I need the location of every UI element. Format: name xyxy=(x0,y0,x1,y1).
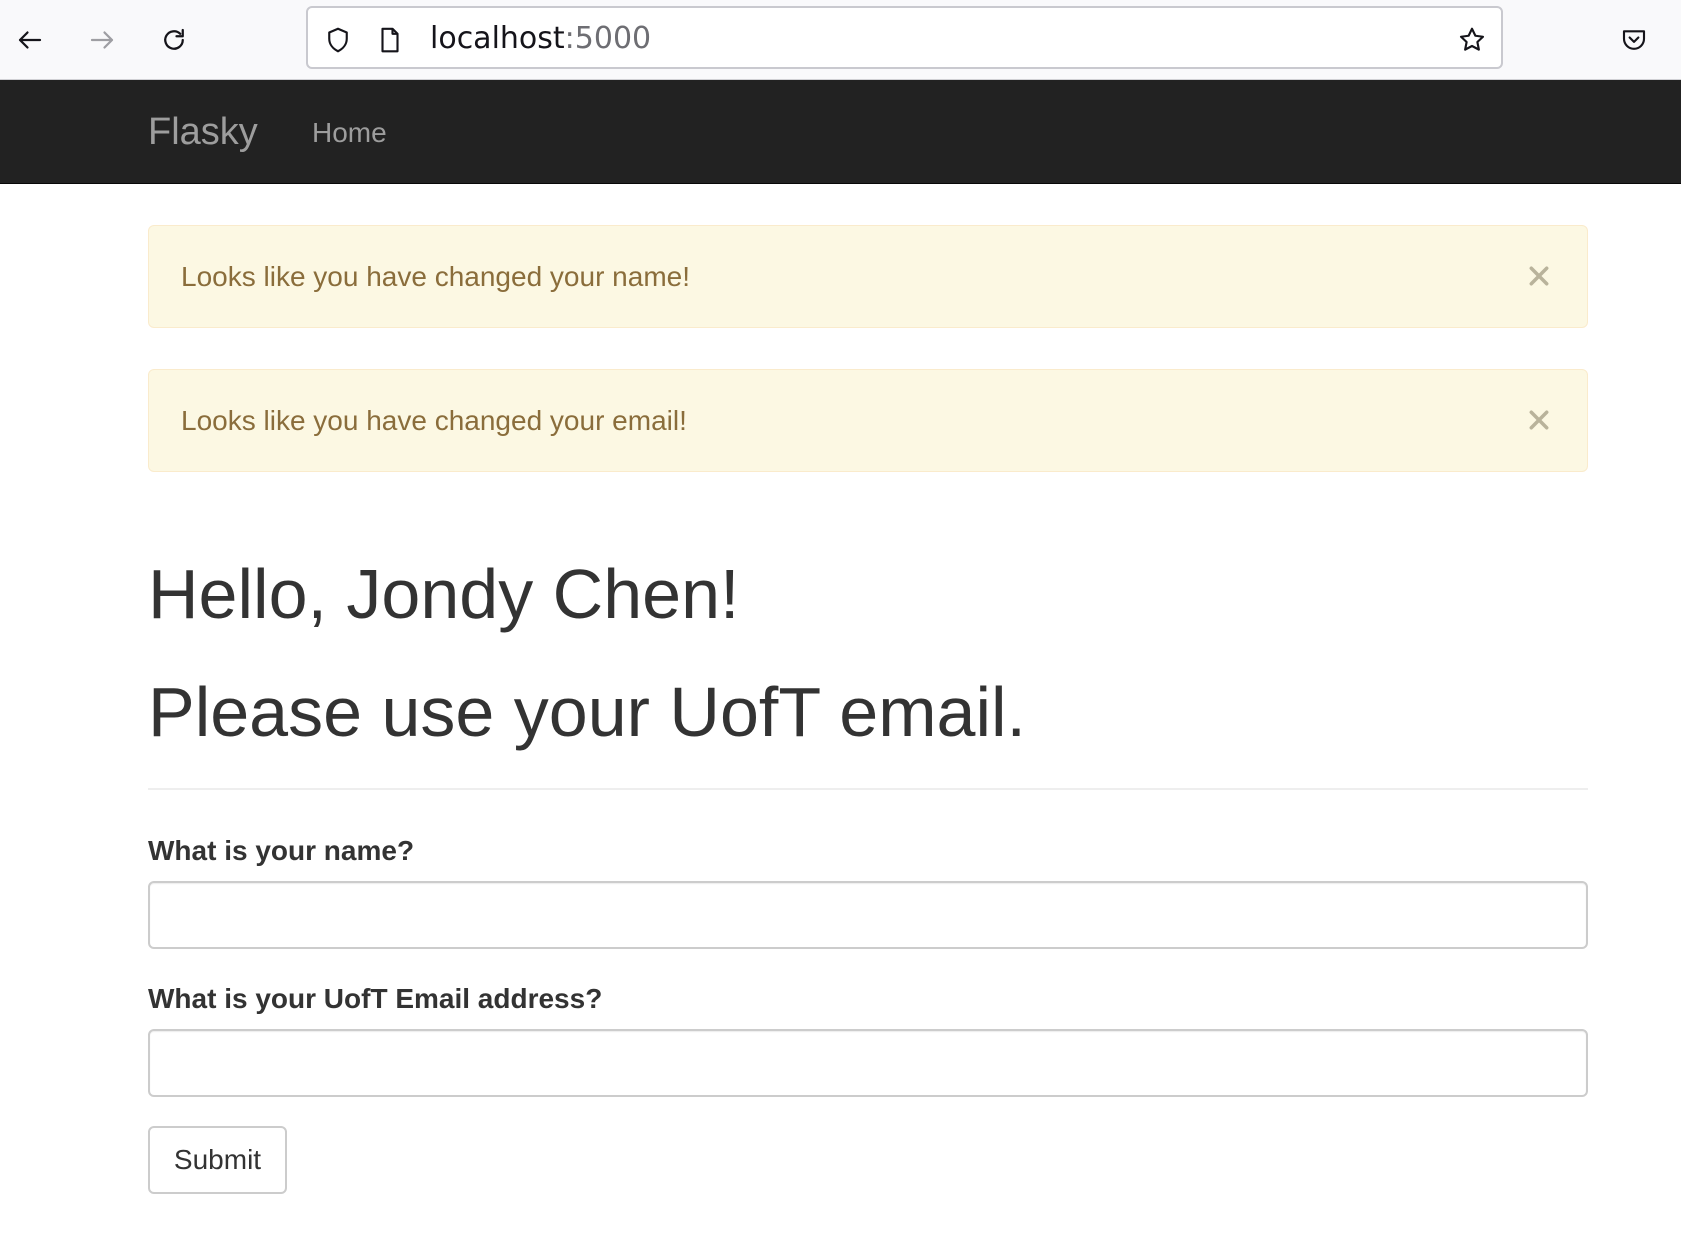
nav-link-home[interactable]: Home xyxy=(312,116,387,150)
alert-close-button[interactable] xyxy=(1521,256,1557,296)
back-button[interactable] xyxy=(8,18,52,62)
back-arrow-icon xyxy=(18,31,42,49)
pocket-button[interactable] xyxy=(1612,18,1656,62)
bookmark-button[interactable] xyxy=(1456,24,1488,56)
bookmark-star-icon xyxy=(1459,27,1485,51)
reload-icon xyxy=(164,28,184,50)
alert-close-button[interactable] xyxy=(1521,400,1557,440)
close-icon xyxy=(1529,410,1549,430)
reload-button[interactable] xyxy=(152,18,196,62)
page-icon xyxy=(381,27,399,53)
site-info-button[interactable] xyxy=(374,24,406,56)
alert-warning: Looks like you have changed your name! xyxy=(148,225,1588,328)
page-header: Hello, Jondy Chen! Please use your UofT … xyxy=(148,540,1588,790)
tracking-protection-button[interactable] xyxy=(322,24,354,56)
shield-icon xyxy=(328,27,348,53)
alert-message: Looks like you have changed your email! xyxy=(181,405,687,436)
greeting-heading: Hello, Jondy Chen! xyxy=(148,555,740,633)
browser-toolbar: localhost:5000 xyxy=(0,0,1681,80)
url-port: :5000 xyxy=(564,21,652,56)
email-label: What is your UofT Email address? xyxy=(148,983,603,1014)
navbar-brand[interactable]: Flasky xyxy=(148,110,258,154)
pocket-icon xyxy=(1622,30,1646,50)
forward-button[interactable] xyxy=(80,18,124,62)
submit-button[interactable]: Submit xyxy=(148,1126,287,1194)
url-text[interactable]: localhost:5000 xyxy=(430,20,651,58)
navbar: Flasky xyxy=(0,80,1681,184)
name-label: What is your name? xyxy=(148,835,415,866)
name-input[interactable] xyxy=(148,881,1588,949)
forward-arrow-icon xyxy=(90,31,114,49)
alert-warning: Looks like you have changed your email! xyxy=(148,369,1588,472)
email-input[interactable] xyxy=(148,1029,1588,1097)
address-bar[interactable]: localhost:5000 xyxy=(306,6,1503,69)
email-notice-heading: Please use your UofT email. xyxy=(148,673,1027,751)
alert-message: Looks like you have changed your name! xyxy=(181,261,690,292)
close-icon xyxy=(1529,266,1549,286)
url-host: localhost xyxy=(430,21,565,56)
